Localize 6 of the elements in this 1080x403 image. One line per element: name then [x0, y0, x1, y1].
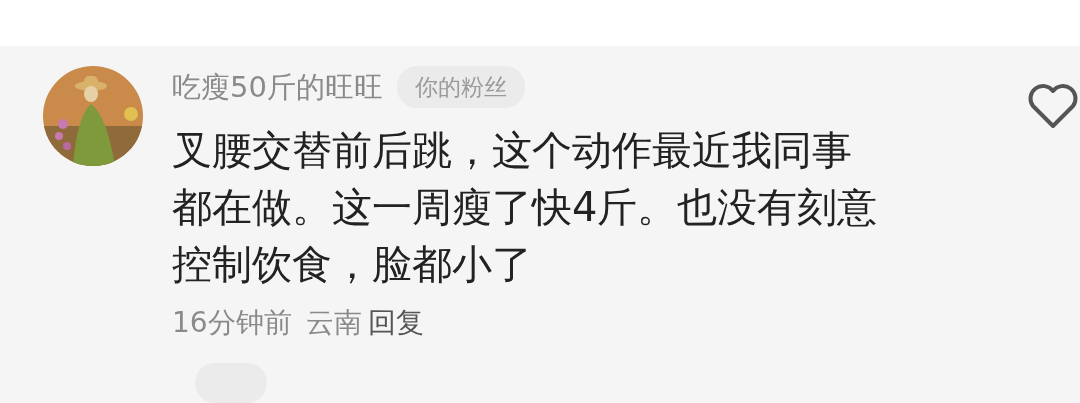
reply-link[interactable]: 回复	[367, 303, 424, 343]
timestamp: 16分钟前	[172, 305, 292, 341]
like-button[interactable]	[1026, 82, 1080, 130]
comment-text: 叉腰交替前后跳，这个动作最近我同事都在做。这一周瘦了快4斤。也没有刻意控制饮食，脸都小了	[172, 126, 879, 289]
location: 云南	[305, 305, 362, 341]
fan-badge: 你的粉丝	[396, 66, 525, 108]
